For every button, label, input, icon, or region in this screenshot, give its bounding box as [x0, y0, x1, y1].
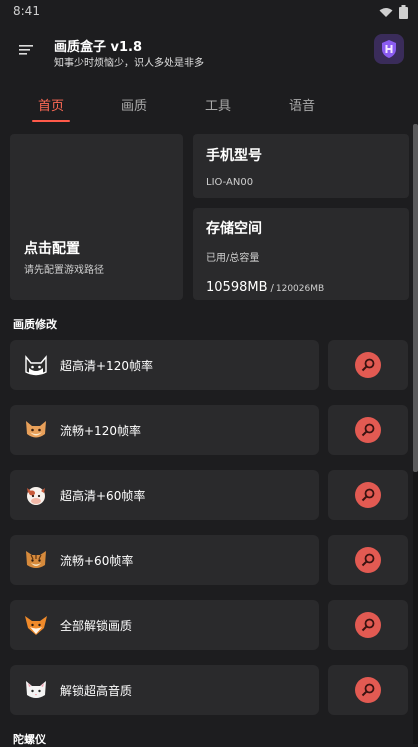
fox-face-icon — [26, 421, 46, 438]
top-bar: 画质盒子 v1.8 知事少时烦恼少，识人多处是非多 — [0, 24, 418, 80]
storage-label: 已用/总容量 — [206, 253, 260, 264]
search-icon — [361, 683, 375, 697]
apply-circle — [355, 352, 381, 378]
battery-icon — [399, 5, 408, 19]
option-row: 解锁超高音质 — [10, 665, 319, 715]
storage-values: 10598MB/120026MB — [206, 276, 324, 295]
section-quality-label: 画质修改 — [13, 318, 57, 331]
config-title: 点击配置 — [24, 241, 80, 257]
search-icon — [361, 423, 375, 437]
tab-indicator — [32, 120, 70, 122]
apply-circle — [355, 612, 381, 638]
option-row: 流畅+60帧率 — [10, 535, 319, 585]
option-row: 超高清+60帧率 — [10, 470, 319, 520]
option-label: 流畅+60帧率 — [60, 554, 134, 568]
tab-tools[interactable]: 工具 — [188, 95, 248, 114]
option-apply-button[interactable] — [328, 600, 408, 650]
config-card[interactable]: 点击配置 请先配置游戏路径 — [10, 134, 183, 300]
option-label: 超高清+60帧率 — [60, 489, 146, 503]
fox-icon — [25, 616, 47, 635]
option-row: 全部解锁画质 — [10, 600, 319, 650]
phone-model-value: LIO-AN00 — [206, 177, 254, 188]
option-row: 超高清+120帧率 — [10, 340, 319, 390]
search-icon — [361, 618, 375, 632]
search-icon — [361, 358, 375, 372]
apply-circle — [355, 677, 381, 703]
status-time: 8:41 — [13, 4, 40, 18]
white-cat-icon — [26, 681, 46, 698]
app-subtitle: 知事少时烦恼少，识人多处是非多 — [54, 58, 204, 69]
tiger-face-icon — [26, 551, 46, 568]
phone-model-title: 手机型号 — [206, 148, 262, 164]
storage-separator: / — [270, 283, 274, 294]
cow-face-icon — [27, 487, 45, 505]
storage-card: 存储空间 已用/总容量 10598MB/120026MB — [193, 208, 409, 300]
shield-badge-icon — [382, 40, 396, 58]
search-icon — [361, 488, 375, 502]
status-bar: 8:41 — [0, 0, 418, 24]
scrollbar-thumb[interactable] — [413, 124, 418, 472]
apply-circle — [355, 417, 381, 443]
apply-circle — [355, 482, 381, 508]
option-label: 流畅+120帧率 — [60, 424, 141, 438]
option-apply-button[interactable] — [328, 340, 408, 390]
app-title: 画质盒子 v1.8 — [54, 40, 143, 55]
option-label: 全部解锁画质 — [60, 619, 133, 633]
status-icons — [379, 5, 408, 19]
cat-face-icon — [25, 355, 47, 376]
section-gyro-label: 陀螺仪 — [13, 733, 46, 746]
option-apply-button[interactable] — [328, 535, 408, 585]
tab-quality[interactable]: 画质 — [104, 95, 164, 114]
phone-model-card: 手机型号 LIO-AN00 — [193, 134, 409, 198]
wifi-icon — [379, 7, 393, 17]
config-subtitle: 请先配置游戏路径 — [24, 265, 104, 276]
storage-title: 存储空间 — [206, 221, 262, 237]
tab-bar: 首页 画质 工具 语音 — [0, 88, 418, 124]
tab-voice[interactable]: 语音 — [272, 95, 332, 114]
option-apply-button[interactable] — [328, 405, 408, 455]
option-apply-button[interactable] — [328, 470, 408, 520]
menu-button[interactable] — [17, 40, 37, 60]
storage-used: 10598MB — [206, 280, 268, 295]
search-icon — [361, 553, 375, 567]
option-row: 流畅+120帧率 — [10, 405, 319, 455]
option-apply-button[interactable] — [328, 665, 408, 715]
apply-circle — [355, 547, 381, 573]
profile-badge-button[interactable] — [374, 34, 404, 64]
tab-home[interactable]: 首页 — [21, 95, 81, 114]
option-label: 超高清+120帧率 — [60, 359, 153, 373]
menu-icon — [19, 45, 33, 55]
storage-total: 120026MB — [275, 284, 325, 294]
option-label: 解锁超高音质 — [60, 684, 133, 698]
